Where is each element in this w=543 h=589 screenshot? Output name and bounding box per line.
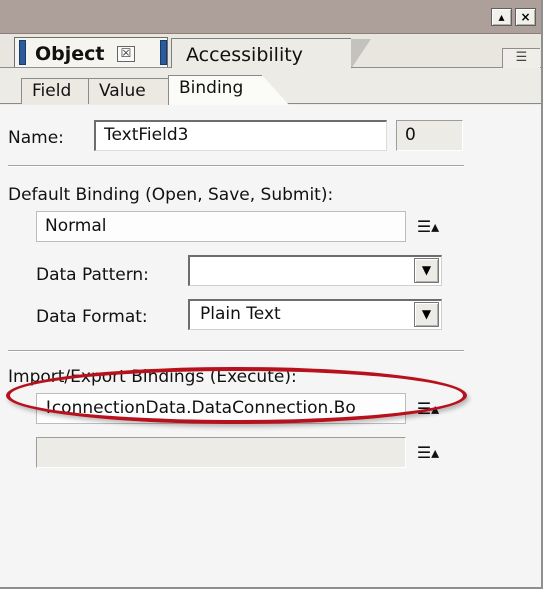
tab-binding[interactable]: Binding — [168, 75, 289, 105]
tab-accessibility-label: Accessibility — [186, 44, 303, 66]
binding-menu-icon[interactable]: ☰▴ — [414, 399, 442, 421]
binding-menu-icon[interactable]: ☰▴ — [414, 443, 442, 465]
expand-icon[interactable]: ▴ — [491, 8, 512, 26]
import-export-binding-field-2[interactable] — [36, 437, 406, 468]
name-label: Name: — [8, 128, 64, 148]
panel-tabstrip: Object ☒ Accessibility ☰ — [0, 34, 541, 69]
import-export-label: Import/Export Bindings (Execute): — [8, 367, 297, 387]
chevron-down-icon[interactable]: ▼ — [414, 302, 439, 327]
data-format-label: Data Format: — [36, 307, 148, 327]
import-export-binding-field[interactable]: !connectionData.DataConnection.Bo — [36, 393, 406, 424]
tab-object-label: Object — [35, 43, 105, 65]
section-divider — [8, 165, 464, 167]
panel-menu-icon[interactable]: ☰ — [502, 48, 540, 68]
data-format-select[interactable]: Plain Text ▼ — [188, 299, 442, 330]
data-pattern-select[interactable]: ▼ — [188, 255, 442, 286]
index-field: 0 — [396, 120, 463, 151]
property-tabs: Field Value Binding — [0, 70, 541, 105]
name-field[interactable]: TextField3 — [94, 120, 387, 151]
binding-menu-icon[interactable]: ☰▴ — [414, 217, 442, 239]
tab-grip-icon — [160, 40, 167, 65]
chevron-down-icon[interactable]: ▼ — [414, 258, 439, 283]
tab-accessibility[interactable]: Accessibility — [171, 38, 371, 69]
default-binding-field[interactable]: Normal — [36, 211, 406, 242]
data-format-value: Plain Text — [200, 304, 281, 324]
section-divider — [8, 350, 464, 352]
panel-titlebar: ▴ × — [0, 0, 541, 34]
default-binding-label: Default Binding (Open, Save, Submit): — [8, 185, 334, 205]
tab-grip-icon — [19, 40, 26, 65]
binding-content: Name: TextField3 0 Default Binding (Open… — [0, 105, 541, 587]
tab-object[interactable]: Object ☒ — [14, 37, 168, 67]
tab-close-icon[interactable]: ☒ — [117, 46, 135, 62]
tab-value[interactable]: Value — [88, 78, 168, 104]
tab-field[interactable]: Field — [21, 78, 88, 104]
data-pattern-label: Data Pattern: — [36, 265, 149, 285]
close-icon[interactable]: × — [515, 8, 536, 26]
object-panel: ▴ × Object ☒ Accessibility ☰ Field Value… — [0, 0, 543, 589]
